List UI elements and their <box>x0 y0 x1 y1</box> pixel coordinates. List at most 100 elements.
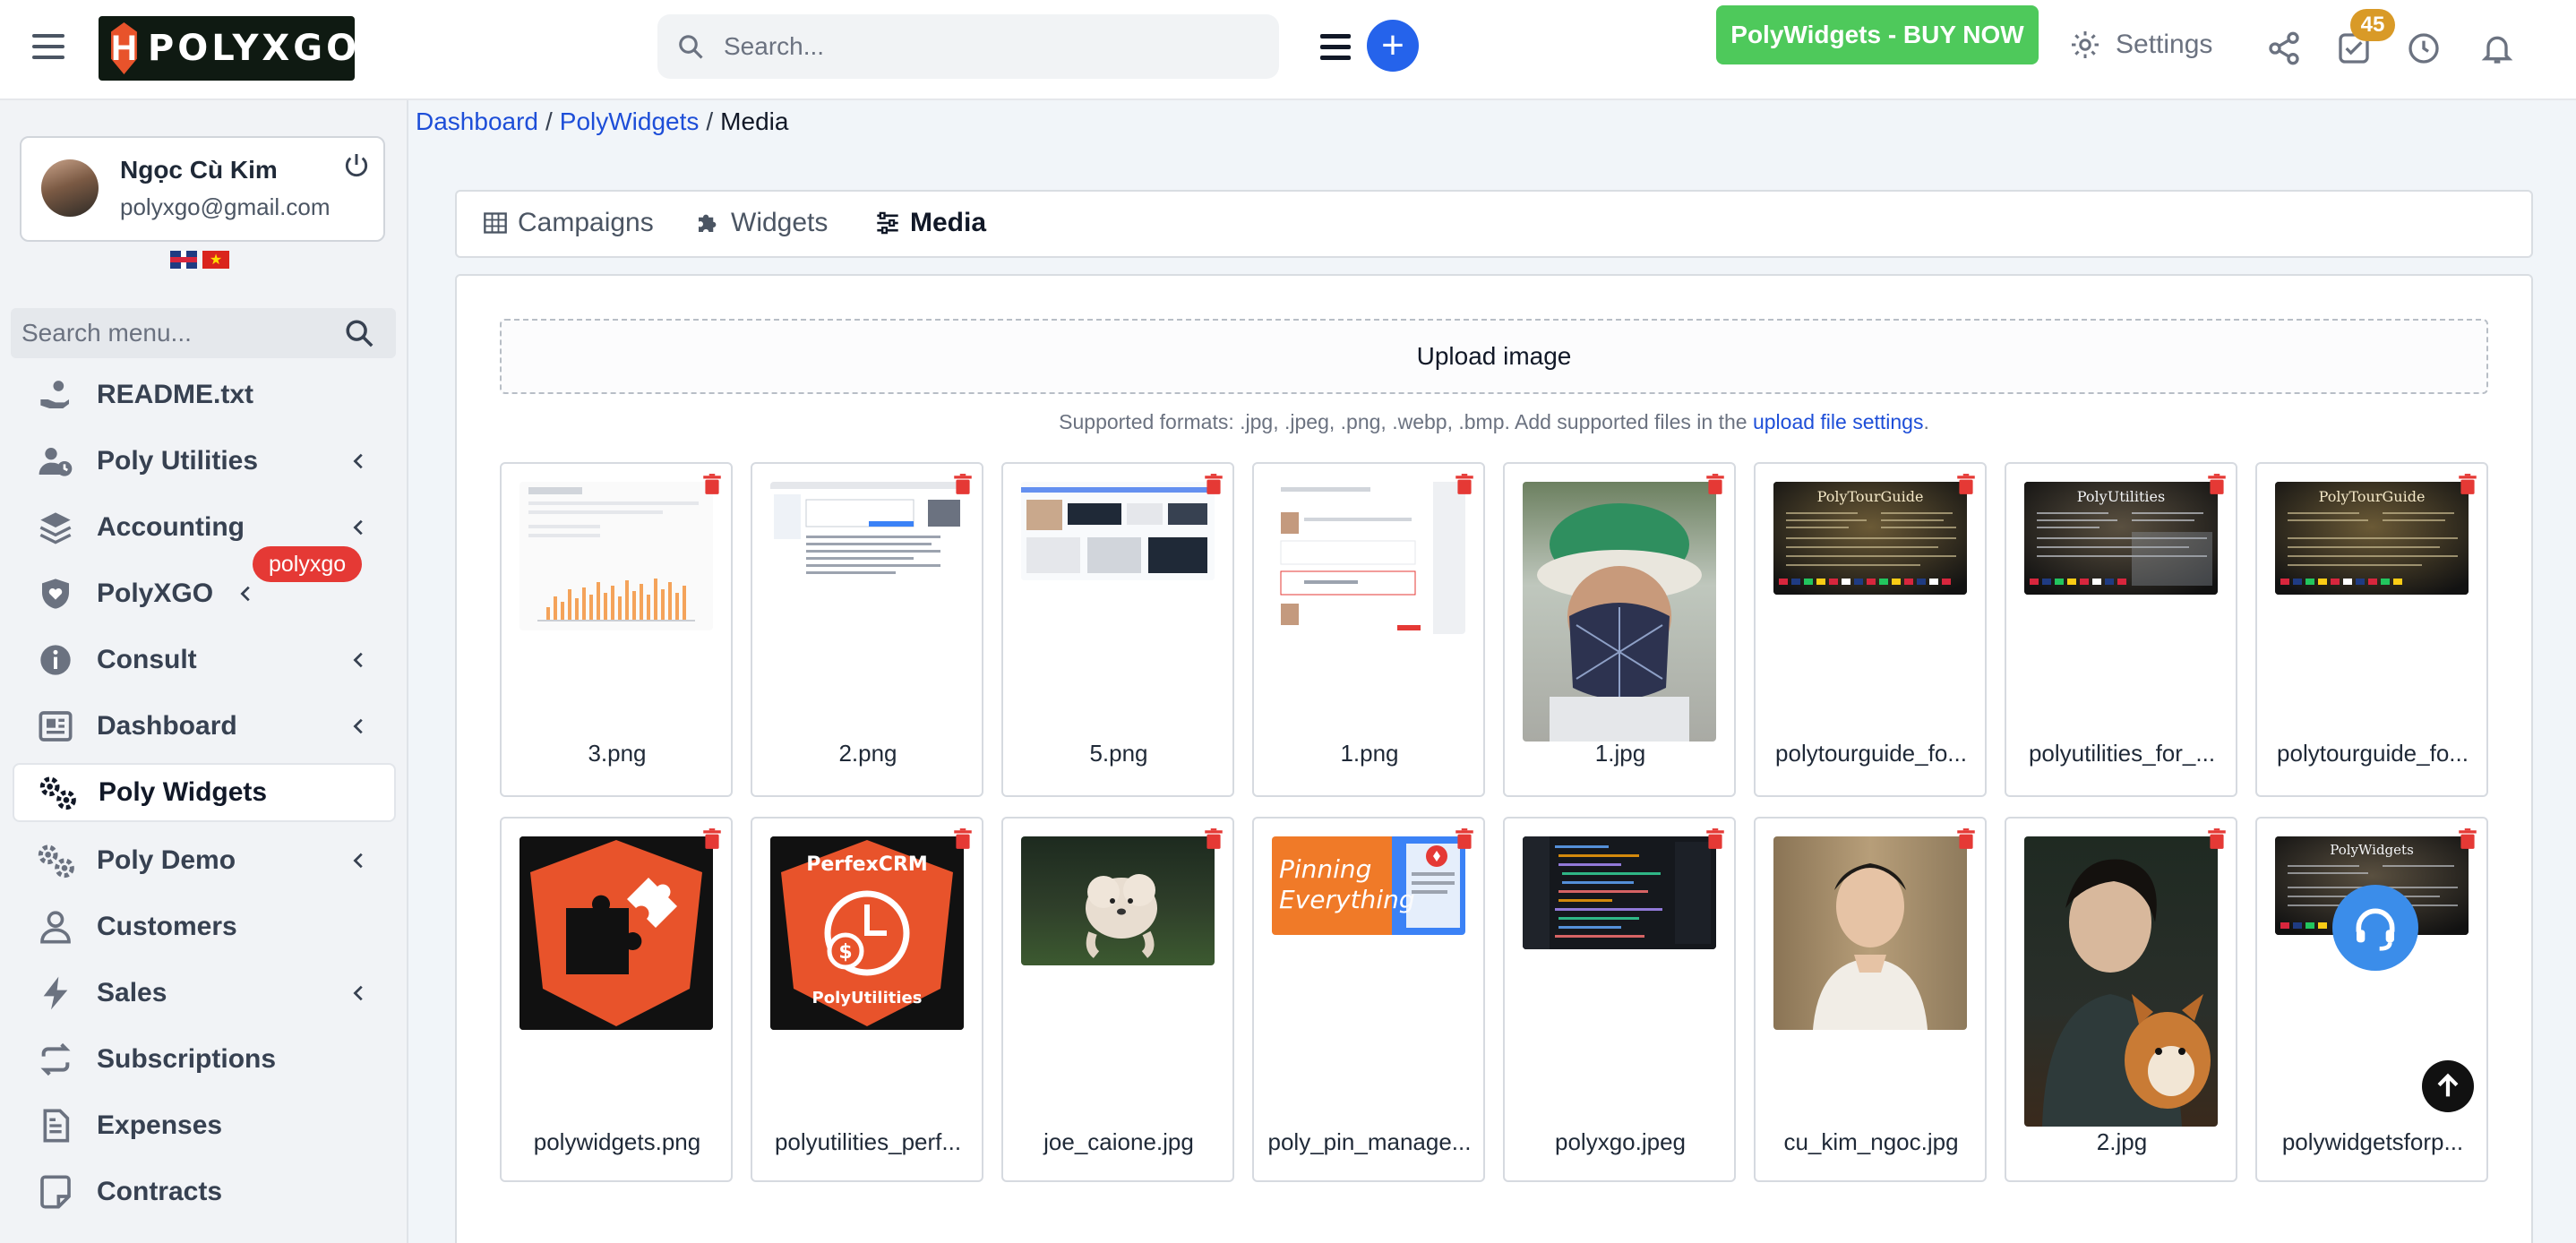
sidebar-item-poly-widgets[interactable]: Poly Widgets <box>13 763 396 822</box>
media-card[interactable]: PolyTourGuide polytourguide_fo... <box>1754 462 1987 797</box>
sidebar-item-subscriptions[interactable]: Subscriptions <box>13 1030 396 1089</box>
media-thumbnail[interactable]: PerfexCRM $ PolyUtilities <box>770 836 964 1030</box>
add-new-button[interactable]: + <box>1367 20 1419 72</box>
media-thumbnail[interactable] <box>1773 836 1967 1030</box>
media-thumbnail[interactable] <box>1523 482 1716 742</box>
avatar[interactable] <box>41 159 99 217</box>
delete-icon[interactable] <box>951 473 975 496</box>
vn-flag-icon[interactable]: ★ <box>202 251 229 269</box>
media-thumbnail[interactable]: PolyUtilities <box>2024 482 2218 595</box>
support-chat-button[interactable] <box>2332 885 2418 971</box>
media-card[interactable]: 2.png <box>751 462 983 797</box>
media-card[interactable]: polywidgets.png <box>500 817 733 1182</box>
bell-icon[interactable] <box>2479 30 2515 66</box>
media-card[interactable]: 2.jpg <box>2005 817 2237 1182</box>
media-thumbnail[interactable]: PolyTourGuide <box>2275 482 2469 595</box>
sidebar-item-consult[interactable]: Consult <box>13 630 396 690</box>
breadcrumb-dashboard[interactable]: Dashboard <box>416 107 538 135</box>
delete-icon[interactable] <box>2456 827 2479 851</box>
media-card[interactable]: Pinning Everything poly_pin_manage... <box>1252 817 1485 1182</box>
search-icon[interactable] <box>344 318 374 348</box>
sidebar-item-label: Dashboard <box>97 711 237 741</box>
puzzle-icon <box>699 214 717 232</box>
delete-icon[interactable] <box>1453 827 1476 851</box>
sidebar-item-customers[interactable]: Customers <box>13 897 396 956</box>
delete-icon[interactable] <box>1704 473 1727 496</box>
power-icon[interactable] <box>342 150 371 179</box>
media-thumbnail[interactable] <box>519 482 713 630</box>
upload-file-settings-link[interactable]: upload file settings <box>1753 410 1924 433</box>
media-card[interactable]: PolyUtilities polyutilities_for_... <box>2005 462 2237 797</box>
clock-icon[interactable] <box>2406 30 2442 66</box>
hamburger-menu-icon[interactable] <box>32 34 64 61</box>
sidebar-item-expenses[interactable]: Expenses <box>13 1096 396 1155</box>
buy-now-button[interactable]: PolyWidgets - BUY NOW <box>1716 5 2039 64</box>
media-thumbnail[interactable]: PolyTourGuide <box>1773 482 1967 595</box>
sidebar-item-contracts[interactable]: Contracts <box>13 1162 396 1222</box>
gear-icon <box>2072 31 2099 58</box>
delete-icon[interactable] <box>2205 473 2228 496</box>
delete-icon[interactable] <box>2205 827 2228 851</box>
media-thumbnail[interactable] <box>1523 836 1716 949</box>
scroll-to-top-button[interactable] <box>2422 1060 2474 1112</box>
media-thumbnail[interactable] <box>2024 836 2218 1127</box>
delete-icon[interactable] <box>951 827 975 851</box>
sidebar-item-label: Poly Widgets <box>99 777 268 807</box>
media-card[interactable]: 3.png <box>500 462 733 797</box>
media-card[interactable]: cu_kim_ngoc.jpg <box>1754 817 1987 1182</box>
upload-image-button[interactable]: Upload image <box>500 319 2488 394</box>
delete-icon[interactable] <box>2456 473 2479 496</box>
tab-label: Widgets <box>731 208 829 237</box>
sidebar-item-sales[interactable]: Sales <box>13 964 396 1023</box>
global-search-input[interactable] <box>724 32 1225 61</box>
tab-campaigns[interactable]: Campaigns <box>482 208 654 238</box>
media-thumbnail[interactable] <box>1021 482 1215 580</box>
tab-media[interactable]: Media <box>874 208 986 238</box>
sidebar-item-poly-utilities[interactable]: Poly Utilities <box>13 432 396 491</box>
sidebar-item-poly-demo[interactable]: Poly Demo <box>13 831 396 890</box>
media-filename: 1.png <box>1340 740 1399 767</box>
sidebar-item-label: PolyXGO <box>97 579 214 608</box>
media-card[interactable]: 1.jpg <box>1503 462 1736 797</box>
media-thumbnail[interactable] <box>519 836 713 1030</box>
user-icon <box>36 907 75 947</box>
delete-icon[interactable] <box>1202 827 1225 851</box>
share-icon[interactable] <box>2266 30 2302 66</box>
global-search[interactable] <box>657 14 1279 79</box>
delete-icon[interactable] <box>1954 473 1978 496</box>
media-card[interactable]: 1.png <box>1252 462 1485 797</box>
delete-icon[interactable] <box>700 827 724 851</box>
user-profile-card[interactable]: Ngọc Cù Kim polyxgo@gmail.com <box>20 136 385 242</box>
media-thumbnail[interactable]: Pinning Everything <box>1272 836 1465 935</box>
media-card[interactable]: polyxgo.jpeg <box>1503 817 1736 1182</box>
chevron-left-icon <box>353 519 363 536</box>
headset-icon <box>2356 908 2395 951</box>
media-card[interactable]: PerfexCRM $ PolyUtilities polyutilities_pe… <box>751 817 983 1182</box>
media-card[interactable]: 5.png <box>1001 462 1234 797</box>
sidebar-item-label: Sales <box>97 978 167 1007</box>
breadcrumb-polywidgets[interactable]: PolyWidgets <box>560 107 700 135</box>
sidebar-item-dashboard[interactable]: Dashboard <box>13 697 396 756</box>
media-thumbnail[interactable] <box>770 482 964 586</box>
uk-flag-icon[interactable] <box>170 251 197 269</box>
media-filename: joe_caione.jpg <box>1043 1128 1194 1155</box>
delete-icon[interactable] <box>1453 473 1476 496</box>
delete-icon[interactable] <box>1704 827 1727 851</box>
app-logo[interactable]: H POLYXGO <box>99 16 356 81</box>
chevron-left-icon <box>353 453 363 469</box>
media-card[interactable]: PolyTourGuide polytourguide_fo... <box>2255 462 2488 797</box>
delete-icon[interactable] <box>700 473 724 496</box>
delete-icon[interactable] <box>1202 473 1225 496</box>
media-card[interactable]: joe_caione.jpg <box>1001 817 1234 1182</box>
menu-search-input[interactable] <box>21 319 335 347</box>
media-card[interactable]: PolyWidgets polywidgetsforp... <box>2255 817 2488 1182</box>
quick-menu-icon[interactable] <box>1320 34 1351 61</box>
delete-icon[interactable] <box>1954 827 1978 851</box>
media-thumbnail[interactable] <box>1021 836 1215 965</box>
arrow-up-icon <box>2437 1073 2459 1097</box>
settings-link[interactable]: Settings <box>2069 29 2212 61</box>
tab-widgets[interactable]: Widgets <box>693 208 828 238</box>
note-icon <box>36 1172 75 1212</box>
media-thumbnail[interactable] <box>1272 482 1465 634</box>
menu-search[interactable] <box>11 308 396 358</box>
